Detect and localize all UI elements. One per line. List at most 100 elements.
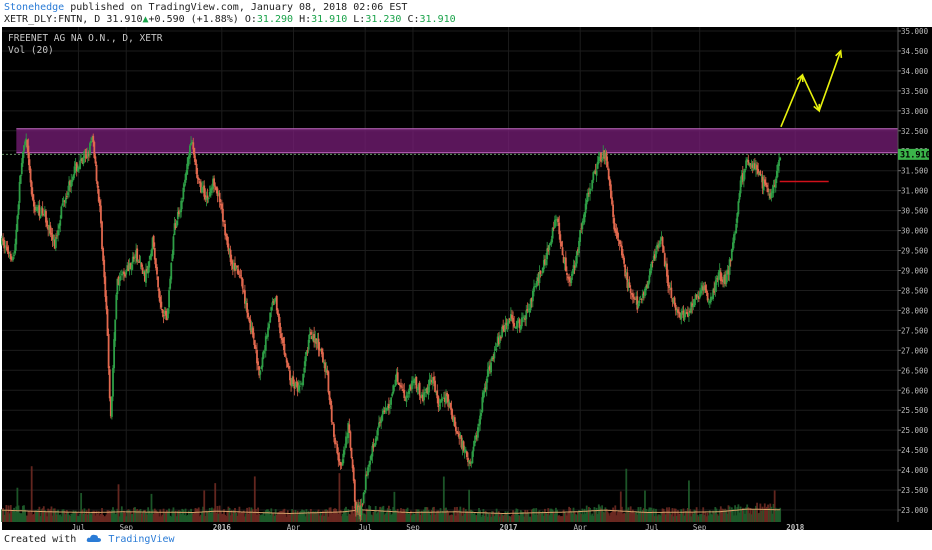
tradingview-brand[interactable]: TradingView <box>108 534 174 545</box>
candle-body <box>438 404 441 407</box>
candle-body <box>247 312 250 318</box>
candle-body <box>396 372 399 382</box>
candle-body <box>648 275 651 283</box>
candle-body <box>734 233 736 235</box>
candle-body <box>609 184 612 198</box>
candle-body <box>770 192 773 199</box>
candle-body <box>391 393 394 397</box>
candle-body <box>367 467 369 476</box>
candle-body <box>239 275 242 277</box>
time-axis[interactable] <box>2 522 898 530</box>
candle-body <box>71 179 74 182</box>
candle-body <box>502 325 505 330</box>
candle-body <box>41 208 44 214</box>
candle-body <box>506 322 509 326</box>
candle-body <box>403 390 406 399</box>
price-tick-label: 25.000 <box>901 426 929 435</box>
candle-body <box>279 322 281 334</box>
candle-body <box>6 246 9 252</box>
candle-body <box>213 178 216 186</box>
candle-body <box>378 422 380 428</box>
candle-body <box>352 467 355 481</box>
candle-body <box>661 237 664 247</box>
candle-body <box>60 206 63 219</box>
candle-body <box>531 290 534 302</box>
candle-body <box>767 188 769 193</box>
candle-body <box>634 298 636 300</box>
price-chart[interactable]: FREENET AG NA O.N., D, XETR Vol (20) 35.… <box>0 27 932 530</box>
price-tick-label: 34.500 <box>901 47 929 56</box>
candle-body <box>759 171 762 176</box>
candle-body <box>586 193 589 202</box>
candle-body <box>308 333 311 340</box>
candle-body <box>539 270 542 275</box>
candle-body <box>160 301 163 308</box>
candle-body <box>433 376 435 381</box>
candle-body <box>566 272 568 275</box>
candle-body <box>15 229 18 245</box>
candle-body <box>477 427 479 438</box>
candle-body <box>96 181 99 188</box>
candle-body <box>680 313 683 320</box>
candle-body <box>601 159 604 160</box>
candle-body <box>693 299 696 307</box>
candle-body <box>103 259 106 278</box>
candle-body <box>79 160 81 170</box>
time-tick-label: Sep <box>119 523 133 530</box>
candle-body <box>427 386 430 395</box>
candle-body <box>611 197 613 205</box>
candle-body <box>558 222 561 235</box>
candle-body <box>389 406 391 408</box>
candle-body <box>548 244 551 251</box>
candle-body <box>464 449 467 452</box>
candle-body <box>278 313 280 322</box>
candle-body <box>364 474 367 490</box>
candle-body <box>241 278 244 289</box>
candle-body <box>775 170 778 179</box>
candle-body <box>778 159 780 166</box>
candle-body <box>535 286 538 288</box>
candle-body <box>725 275 728 284</box>
candle-body <box>14 243 17 254</box>
candle-body <box>667 275 669 287</box>
candle-body <box>774 178 777 188</box>
candle-body <box>555 218 557 220</box>
candle-body <box>197 178 200 180</box>
candle-body <box>571 274 574 277</box>
candle-body <box>369 460 372 465</box>
candle-body <box>203 185 206 197</box>
candle-body <box>360 505 363 516</box>
candle-body <box>141 267 144 274</box>
price-tick-label: 27.000 <box>901 346 929 355</box>
candle-body <box>523 316 525 318</box>
candle-body <box>349 431 352 448</box>
candle-body <box>73 166 76 175</box>
candle-body <box>39 215 42 219</box>
candle-body <box>361 504 364 506</box>
candle-body <box>673 297 676 306</box>
candle-body <box>583 212 586 223</box>
author-link[interactable]: Stonehedge <box>4 2 64 13</box>
candle-body <box>737 201 740 215</box>
candle-body <box>259 370 262 375</box>
candle-body <box>597 156 600 164</box>
candle-body <box>662 246 665 252</box>
candle-body <box>283 343 286 355</box>
candle-body <box>705 289 708 293</box>
candle-body <box>619 244 622 247</box>
candle-body <box>31 193 34 200</box>
candle-body <box>305 351 308 355</box>
candle-body <box>168 290 170 308</box>
candle-body <box>107 333 110 369</box>
candle-body <box>97 189 100 202</box>
candle-body <box>87 154 90 156</box>
candle-body <box>270 307 273 311</box>
candle-body <box>376 427 379 436</box>
candle-body <box>90 140 92 144</box>
price-tick-label: 26.500 <box>901 366 929 375</box>
candle-body <box>407 390 410 394</box>
candle-body <box>362 492 365 504</box>
candle-body <box>495 348 498 350</box>
candle-body <box>462 441 465 451</box>
candle-body <box>115 294 118 319</box>
